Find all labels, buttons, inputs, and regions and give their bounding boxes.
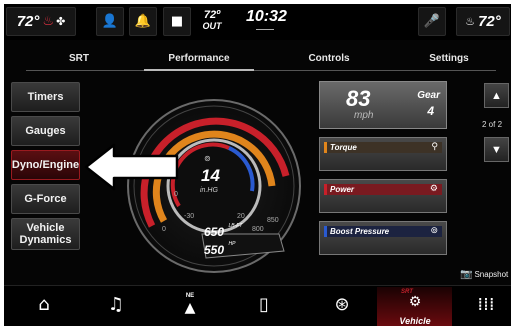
turbo-gauge-icon: ⊚ [204, 154, 211, 163]
snapshot-label: Snapshot [474, 270, 509, 279]
tab-bar: SRT Performance Controls Settings [4, 46, 511, 72]
torque-card[interactable]: Torque ⚲ [319, 137, 447, 171]
camera-button[interactable]: ■ [163, 7, 191, 36]
hp-readout: 550 HP [204, 241, 235, 259]
menu-timers[interactable]: Timers [11, 82, 80, 112]
boost-swatch [324, 226, 327, 237]
boost-card-title: Boost Pressure [330, 227, 390, 236]
pointer-arrow-icon [84, 143, 179, 191]
torque-card-title: Torque [330, 143, 357, 152]
snapshot-button[interactable]: 📷 Snapshot [460, 269, 508, 280]
center-value: 14 [201, 166, 220, 185]
menu-vehicle-dynamics[interactable]: Vehicle Dynamics [11, 218, 80, 250]
uconnect-screen: 72° ♨ ✤ 👤 🔔 ■ 72º OUT 10:32 🎤 ♨ 72° SRT … [4, 4, 511, 326]
voice-button[interactable]: 🎤 [418, 7, 446, 36]
speed-gear-card: 83 mph Gear 4 [319, 81, 447, 129]
torque-readout-unit: LB-FT [228, 223, 243, 229]
nav-apps[interactable]: ⁞⁞⁞ [466, 287, 506, 323]
gear-value: 4 [427, 104, 434, 118]
camera-snapshot-icon: 📷 [460, 269, 473, 280]
clock: 10:32 [246, 8, 287, 30]
notifications-button[interactable]: 🔔 [129, 7, 157, 36]
passenger-temp: 72° [478, 13, 501, 30]
page-up-button[interactable]: ▲ [484, 83, 509, 108]
status-bar: 72° ♨ ✤ 👤 🔔 ■ 72º OUT 10:32 🎤 ♨ 72° [4, 4, 511, 40]
person-icon: 👤 [101, 14, 119, 29]
nav-media[interactable]: ♫ [96, 287, 136, 323]
driver-temp: 72° [16, 13, 40, 30]
navigation-icon: ▲ [184, 300, 196, 316]
turbo-icon: ⊚ [430, 225, 438, 235]
climate-icon: ⊛ [334, 294, 350, 315]
wrench-icon: ⚲ [431, 141, 438, 151]
nav-climate[interactable]: ⊛ [322, 287, 362, 323]
page-down-button[interactable]: ▼ [484, 137, 509, 162]
power-card-title: Power [330, 185, 355, 194]
torque-readout: 650 LB-FT [204, 223, 242, 241]
torque-readout-value: 650 [204, 225, 225, 239]
power-swatch [324, 184, 327, 195]
tab-srt[interactable]: SRT [29, 53, 129, 64]
clock-underline [256, 29, 274, 30]
tick-label-1: -30 [184, 213, 194, 220]
menu-g-force[interactable]: G-Force [11, 184, 80, 214]
speed-value: 83 [346, 86, 371, 111]
home-icon: ⌂ [38, 294, 50, 315]
tick-label-3: 20 [237, 213, 245, 220]
tab-settings[interactable]: Settings [399, 53, 499, 64]
menu-gauges[interactable]: Gauges [11, 116, 80, 146]
boost-card[interactable]: Boost Pressure ⊚ [319, 221, 447, 255]
chevron-up-icon: ▲ [491, 89, 502, 102]
center-unit: in.HG [200, 187, 218, 194]
tab-active-indicator [144, 69, 254, 71]
tick-label-6: 850 [267, 217, 279, 224]
outside-temp-value: 72º [203, 9, 221, 21]
fan-icon: ✤ [56, 15, 66, 28]
passenger-climate-button[interactable]: ♨ 72° [456, 7, 510, 36]
torque-swatch [324, 142, 327, 153]
mic-icon: 🎤 [423, 14, 441, 29]
nav-vehicle[interactable]: ⚙ [395, 289, 435, 315]
hp-readout-value: 550 [204, 243, 225, 257]
nav-home[interactable]: ⌂ [24, 287, 64, 323]
hp-readout-unit: HP [228, 241, 236, 247]
outside-temp: 72º OUT [201, 9, 223, 32]
camera-icon: ■ [170, 14, 184, 29]
phone-icon: ▯ [259, 294, 269, 315]
steering-heat-icon: ♨ [465, 15, 476, 28]
seat-heat-icon: ♨ [42, 14, 55, 29]
tick-label-5: 800 [252, 226, 264, 233]
nav-phone[interactable]: ▯ [244, 287, 284, 323]
tab-divider [26, 70, 496, 71]
tick-label-4: 0 [162, 226, 166, 233]
vehicle-icon: ⚙ [408, 294, 422, 310]
tab-performance[interactable]: Performance [149, 53, 249, 64]
gauge-inner-ring [166, 138, 262, 234]
apps-icon: ⁞⁞⁞ [477, 294, 495, 315]
driver-profile-button[interactable]: 👤 [96, 7, 124, 36]
clock-time: 10:32 [246, 8, 287, 25]
nav-navigation[interactable]: NE ▲ [170, 287, 210, 323]
tick-label-2: 0 [174, 191, 178, 198]
page-indicator: 2 of 2 [482, 120, 503, 129]
menu-dyno-engine[interactable]: Dyno/Engine [11, 150, 80, 180]
music-icon: ♫ [107, 294, 125, 315]
gear-label: Gear [417, 90, 440, 101]
bell-icon: 🔔 [134, 14, 152, 29]
vehicle-label: Vehicle [399, 316, 431, 326]
tab-controls[interactable]: Controls [279, 53, 379, 64]
speed-unit: mph [354, 110, 374, 121]
chevron-down-icon: ▼ [491, 143, 502, 156]
engine-icon: ⚙ [429, 183, 438, 193]
driver-climate-button[interactable]: 72° ♨ ✤ [6, 7, 76, 36]
outside-temp-label: OUT [202, 21, 222, 31]
power-card[interactable]: Power ⚙ [319, 179, 447, 213]
